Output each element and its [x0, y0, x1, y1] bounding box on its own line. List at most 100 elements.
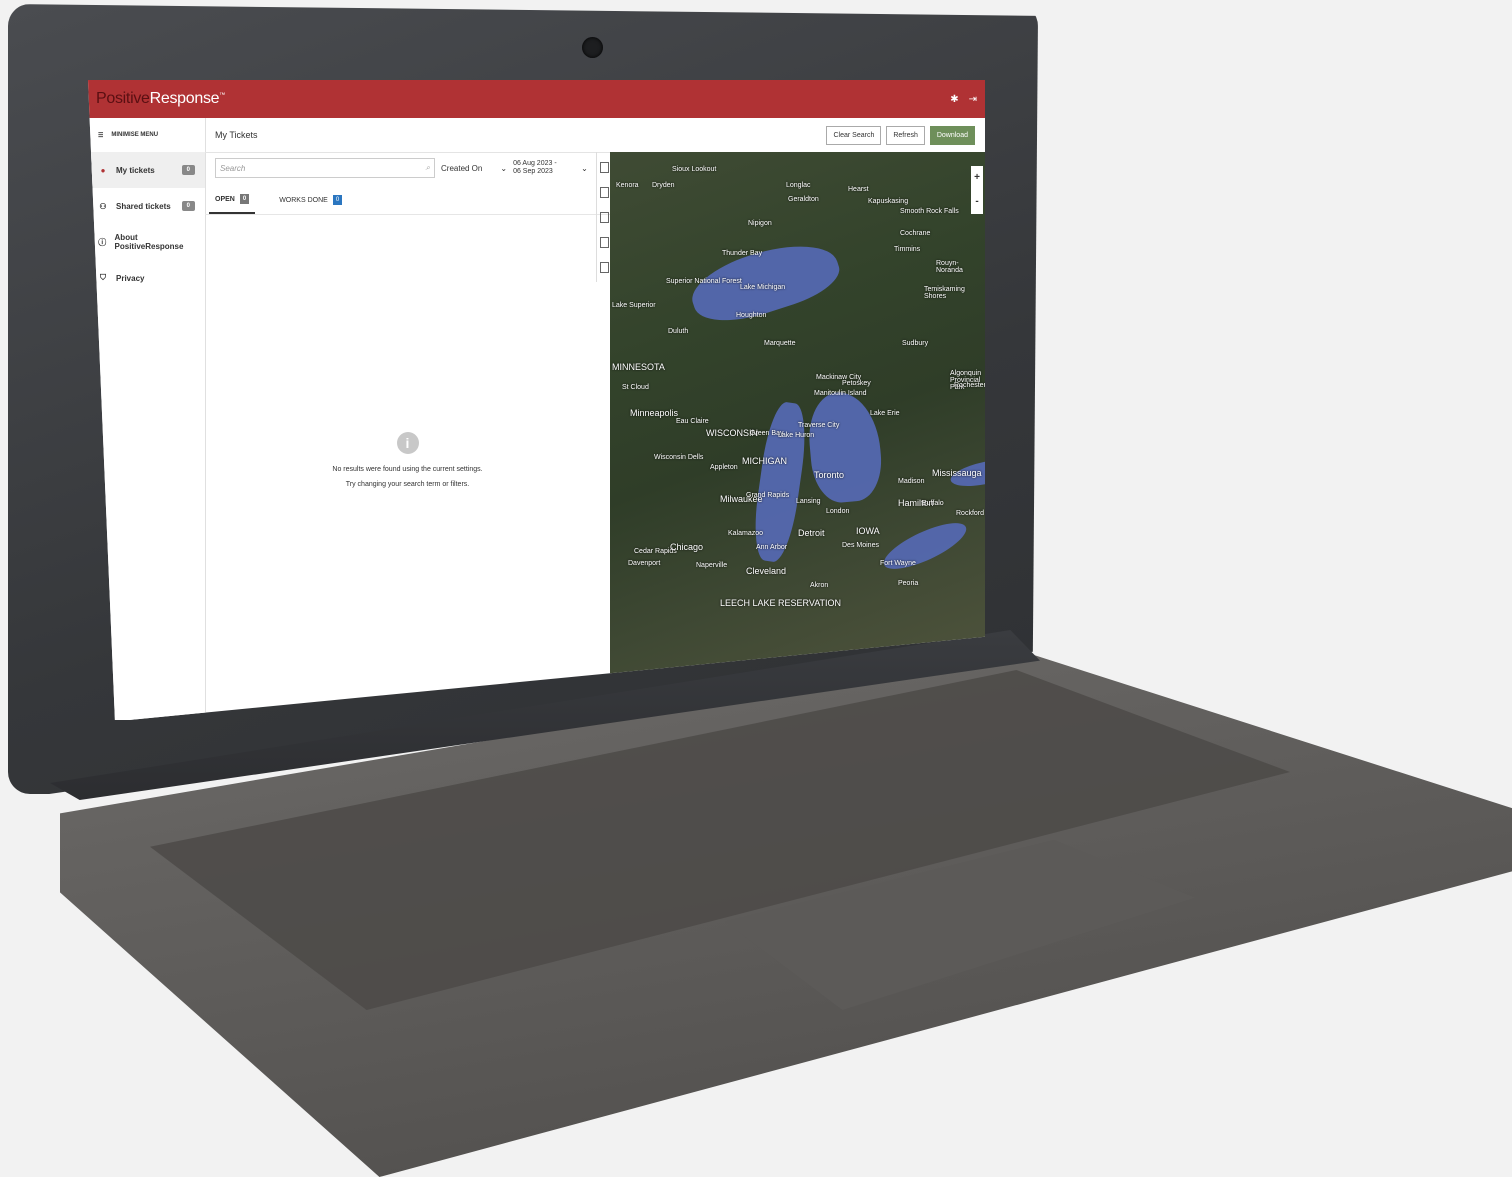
sidebar-item-about[interactable]: ⓘ About PositiveResponse	[88, 224, 205, 260]
sidebar-item-my-tickets[interactable]: ● My tickets 0	[88, 152, 205, 188]
map-place-label: Peoria	[898, 580, 919, 587]
layout-icon[interactable]	[599, 262, 609, 273]
ticket-list-panel: Search ⌕ Created On ⌄ 06 Aug 2023 - 06 S…	[205, 152, 610, 720]
map-place-label: Sioux Lookout	[672, 166, 717, 173]
search-input[interactable]: Search ⌕	[215, 158, 435, 178]
zoom-out-button[interactable]: -	[975, 190, 978, 214]
search-icon: ⌕	[425, 163, 430, 172]
map-place-label: Geraldton	[788, 196, 819, 203]
layout-icon[interactable]	[599, 212, 609, 223]
main-header: My Tickets Clear Search Refresh Download	[205, 118, 985, 153]
sidebar-item-privacy[interactable]: ⛉ Privacy	[88, 260, 205, 296]
map-place-label: Temiskaming Shores	[924, 286, 965, 300]
minimise-menu-toggle[interactable]: ☰ MINIMISE MENU	[88, 118, 205, 152]
refresh-button[interactable]: Refresh	[886, 125, 925, 145]
draw-square-icon[interactable]	[599, 162, 609, 173]
map-place-label: Fort Wayne	[880, 560, 916, 567]
sidebar-item-label: My tickets	[116, 165, 155, 175]
ticket-tabs: OPEN 0 WORKS DONE 0	[205, 184, 610, 215]
count-badge: 0	[181, 165, 195, 175]
sort-select[interactable]: Created On ⌄	[441, 164, 507, 173]
webcam	[582, 37, 603, 58]
map-place-label: Grand Rapids	[746, 492, 790, 499]
map-place-label: Detroit	[798, 528, 825, 538]
logo-text-response: Response	[149, 90, 220, 107]
map-toolbar	[596, 152, 611, 282]
map-place-label: MICHIGAN	[742, 456, 787, 466]
map-place-label: Kenora	[616, 182, 639, 189]
layout-icon[interactable]	[599, 237, 609, 248]
map-place-label: Petoskey	[842, 380, 871, 387]
map-place-label: Marquette	[764, 340, 796, 347]
logout-icon[interactable]: ⇥	[969, 94, 977, 105]
map-place-label: Chicago	[670, 542, 704, 552]
download-button[interactable]: Download	[929, 125, 975, 145]
zoom-in-button[interactable]: +	[974, 166, 980, 190]
map-place-label: Hearst	[848, 186, 869, 193]
map-place-label: Superior National Forest	[666, 278, 742, 285]
tab-open[interactable]: OPEN 0	[209, 188, 256, 214]
map-place-label: Thunder Bay	[722, 250, 763, 257]
map-place-label: Dryden	[652, 182, 675, 189]
filter-bar: Search ⌕ Created On ⌄ 06 Aug 2023 - 06 S…	[205, 152, 610, 184]
sidebar-item-shared-tickets[interactable]: ⚇ Shared tickets 0	[88, 188, 205, 224]
date-range-value: 06 Aug 2023 - 06 Sep 2023	[513, 160, 557, 175]
chevron-down-icon: ⌄	[500, 163, 508, 173]
map-place-label: Smooth Rock Falls	[900, 208, 959, 215]
map-place-label: LEECH LAKE RESERVATION	[720, 598, 842, 608]
map-place-label: Traverse City	[798, 422, 840, 429]
zoom-control: + -	[971, 166, 983, 214]
map-place-label: Wisconsin Dells	[654, 454, 704, 461]
lake-huron-shape	[805, 389, 885, 505]
users-icon: ⚇	[99, 201, 107, 211]
map-place-label: Kalamazoo	[728, 530, 764, 537]
menu-icon: ☰	[98, 132, 104, 139]
app-logo[interactable]: PositiveResponse™	[96, 90, 225, 108]
shield-icon: ⛉	[100, 273, 106, 282]
chevron-down-icon: ⌄	[581, 163, 588, 173]
map-place-label: Lake Michigan	[740, 284, 786, 291]
map-place-label: Nipigon	[748, 220, 772, 227]
map-place-label: Madison	[898, 478, 925, 485]
map-place-label: MINNESOTA	[612, 362, 665, 372]
empty-state-title: No results were found using the current …	[332, 466, 483, 473]
map-place-label: Rochester	[954, 382, 985, 389]
top-bar: PositiveResponse™ ✱ ⇥	[88, 80, 985, 118]
logo-text-positive: Positive	[96, 90, 150, 107]
map-place-label: London	[826, 508, 850, 515]
map-place-label: Des Moines	[842, 542, 879, 549]
map-place-label: Houghton	[736, 312, 767, 319]
map-place-label: Sudbury	[902, 340, 929, 347]
map-place-label: IOWA	[856, 526, 880, 536]
map-place-label: Toronto	[814, 470, 845, 480]
empty-state: i No results were found using the curren…	[205, 432, 610, 488]
map-place-label: Duluth	[668, 328, 689, 335]
layout-icon[interactable]	[599, 187, 609, 198]
user-icon: ●	[100, 165, 106, 175]
map-place-label: Naperville	[696, 562, 728, 569]
map-place-label: Lake Superior	[612, 302, 656, 309]
logo-trademark: ™	[219, 92, 225, 99]
satellite-map[interactable]: + - Sioux Lookout Kenora Dryden Thunder Bay…	[610, 152, 985, 720]
info-icon: ⓘ	[98, 237, 107, 247]
map-place-label: Ann Arbor	[756, 544, 788, 551]
map-place-label: Rouyn-Noranda	[936, 260, 963, 274]
page-title: My Tickets	[215, 130, 258, 140]
sort-select-value: Created On	[441, 163, 483, 173]
map-place-label: Timmins	[894, 246, 921, 253]
map-place-label: Appleton	[710, 464, 738, 471]
map-place-label: Kapuskasing	[868, 198, 909, 205]
date-range-select[interactable]: 06 Aug 2023 - 06 Sep 2023 ⌄	[513, 160, 588, 176]
map-place-label: Lake Erie	[870, 410, 900, 417]
map-place-label: Akron	[810, 582, 829, 589]
tab-count-badge: 0	[332, 195, 343, 205]
app-window: PositiveResponse™ ✱ ⇥ ☰ MINIMISE MENU ● …	[88, 80, 985, 720]
clear-search-button[interactable]: Clear Search	[826, 125, 882, 145]
tab-works-done[interactable]: WORKS DONE 0	[273, 188, 348, 214]
tab-label: OPEN	[215, 195, 235, 203]
tab-count-badge: 0	[239, 194, 250, 204]
settings-icon[interactable]: ✱	[950, 94, 958, 105]
map-place-label: Cochrane	[900, 230, 931, 237]
map-place-label: Mississauga	[932, 468, 982, 478]
tab-label: WORKS DONE	[279, 196, 328, 204]
